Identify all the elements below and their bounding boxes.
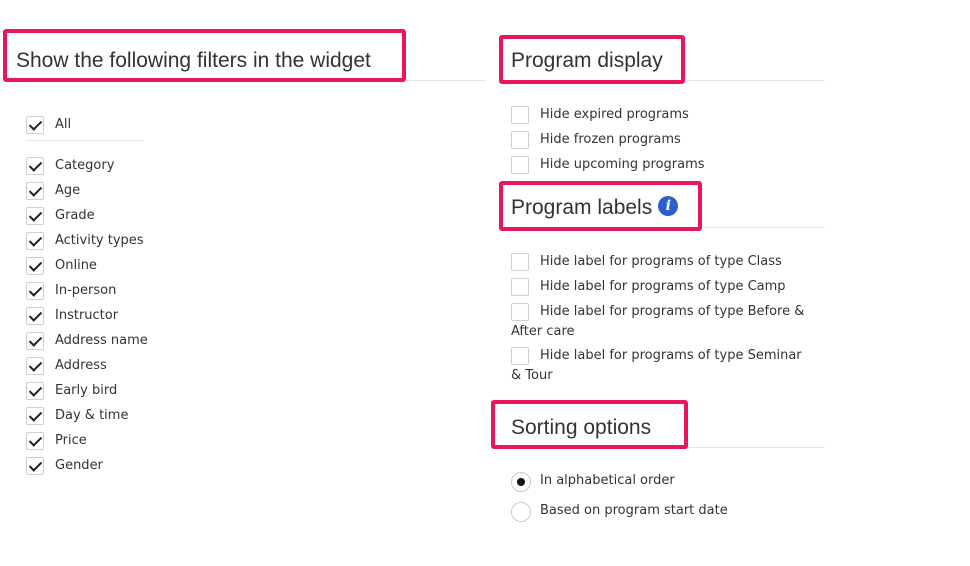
program-labels-title-text: Program labels: [511, 196, 653, 219]
hide-label-class[interactable]: Hide label for programs of type Class: [511, 253, 782, 272]
checkbox-all[interactable]: [26, 116, 44, 134]
radio-button[interactable]: [511, 502, 531, 522]
hide-upcoming-programs[interactable]: Hide upcoming programs: [511, 156, 705, 175]
checkbox[interactable]: [26, 257, 44, 275]
filter-item-address-name[interactable]: Address name: [26, 332, 148, 351]
filters-section-title: Show the following filters in the widget: [16, 49, 371, 72]
checkbox[interactable]: [26, 332, 44, 350]
checkbox[interactable]: [26, 457, 44, 475]
radio-button[interactable]: [511, 472, 531, 492]
info-icon[interactable]: i: [658, 196, 679, 217]
filter-all-label: All: [55, 117, 72, 132]
filters-divider: [26, 140, 144, 141]
checkbox[interactable]: [511, 253, 529, 271]
filter-item-activity-types[interactable]: Activity types: [26, 232, 144, 251]
checkbox[interactable]: [26, 307, 44, 325]
checkbox[interactable]: [511, 156, 529, 174]
filter-item-label: Early bird: [55, 383, 118, 398]
checkbox[interactable]: [511, 106, 529, 124]
sort-alphabetical[interactable]: In alphabetical order: [511, 472, 675, 492]
filter-item-label: Gender: [55, 458, 103, 473]
filter-item-label: Address: [55, 358, 107, 373]
option-label: Hide expired programs: [540, 107, 689, 122]
filter-item-label: In-person: [55, 283, 117, 298]
filter-item-label: Online: [55, 258, 97, 273]
checkbox[interactable]: [511, 131, 529, 149]
filter-item-address[interactable]: Address: [26, 357, 107, 376]
sort-start-date[interactable]: Based on program start date: [511, 502, 728, 522]
hide-label-camp[interactable]: Hide label for programs of type Camp: [511, 278, 786, 297]
filter-item-gender[interactable]: Gender: [26, 457, 103, 476]
filter-item-grade[interactable]: Grade: [26, 207, 95, 226]
sorting-options-title: Sorting options: [511, 416, 652, 439]
filter-item-label: Activity types: [55, 233, 144, 248]
checkbox[interactable]: [26, 382, 44, 400]
filter-item-label: Instructor: [55, 308, 119, 323]
filter-item-price[interactable]: Price: [26, 432, 87, 451]
filter-all-checkbox[interactable]: All: [26, 116, 71, 135]
filter-item-category[interactable]: Category: [26, 157, 114, 176]
program-labels-title: Program labels i: [511, 196, 679, 220]
option-label: Hide upcoming programs: [540, 157, 705, 172]
checkbox[interactable]: [26, 357, 44, 375]
option-label: Hide label for programs of type Camp: [540, 279, 786, 294]
option-label: In alphabetical order: [540, 473, 675, 488]
filter-item-label: Day & time: [55, 408, 129, 423]
checkbox[interactable]: [26, 432, 44, 450]
checkbox[interactable]: [26, 282, 44, 300]
checkbox[interactable]: [26, 232, 44, 250]
filter-item-early-bird[interactable]: Early bird: [26, 382, 117, 401]
filter-item-label: Address name: [55, 333, 148, 348]
filter-item-label: Grade: [55, 208, 95, 223]
checkbox[interactable]: [511, 303, 529, 321]
filter-item-age[interactable]: Age: [26, 182, 80, 201]
hide-expired-programs[interactable]: Hide expired programs: [511, 106, 689, 125]
checkbox[interactable]: [26, 182, 44, 200]
filter-item-label: Category: [55, 158, 115, 173]
hide-label-seminar-tour[interactable]: Hide label for programs of type Seminar …: [511, 347, 811, 386]
filter-item-day-time[interactable]: Day & time: [26, 407, 128, 426]
checkbox[interactable]: [26, 207, 44, 225]
filter-item-online[interactable]: Online: [26, 257, 97, 276]
option-label: Based on program start date: [540, 503, 728, 518]
checkbox[interactable]: [26, 407, 44, 425]
program-display-title: Program display: [511, 49, 663, 72]
filter-item-label: Price: [55, 433, 87, 448]
checkbox[interactable]: [26, 157, 44, 175]
option-label: Hide label for programs of type Before &…: [511, 304, 805, 339]
option-label: Hide label for programs of type Seminar …: [511, 348, 802, 383]
hide-frozen-programs[interactable]: Hide frozen programs: [511, 131, 681, 150]
filter-item-in-person[interactable]: In-person: [26, 282, 116, 301]
option-label: Hide frozen programs: [540, 132, 681, 147]
hide-label-before-after-care[interactable]: Hide label for programs of type Before &…: [511, 303, 811, 342]
filter-item-instructor[interactable]: Instructor: [26, 307, 118, 326]
filter-item-label: Age: [55, 183, 81, 198]
checkbox[interactable]: [511, 347, 529, 365]
option-label: Hide label for programs of type Class: [540, 254, 782, 269]
checkbox[interactable]: [511, 278, 529, 296]
